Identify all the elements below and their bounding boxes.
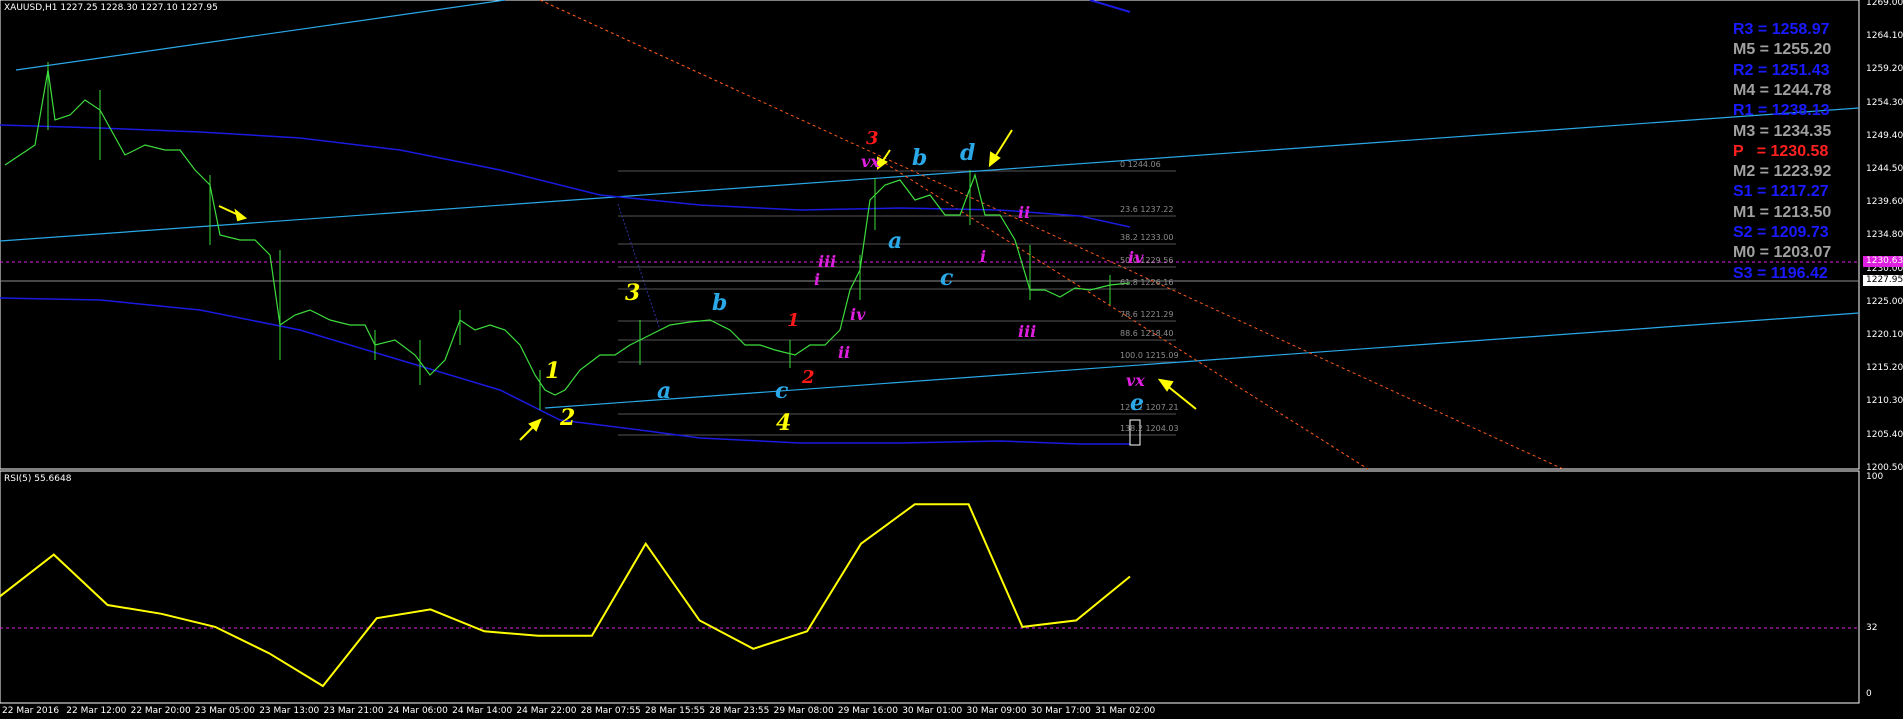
rsi-tick-label: 100: [1866, 472, 1884, 482]
wave-label: 4: [776, 410, 792, 436]
price-tick-label: 1220.10: [1866, 330, 1903, 340]
price-tick-label: 1254.30: [1866, 97, 1903, 108]
wave-label: b: [712, 290, 728, 316]
fib-label: 138.2 1204.03: [1120, 424, 1179, 433]
wave-label: vx: [861, 152, 880, 171]
time-tick-label: 24 Mar 22:00: [516, 706, 577, 716]
time-tick-label: 28 Mar 07:55: [580, 706, 641, 716]
time-tick-label: 31 Mar 02:00: [1095, 706, 1156, 716]
price-tick-label: 1215.20: [1866, 363, 1903, 374]
time-tick-label: 23 Mar 21:00: [323, 706, 384, 716]
wave-label: a: [888, 228, 903, 254]
wave-label: 2: [560, 405, 576, 431]
time-tick-label: 30 Mar 17:00: [1030, 706, 1091, 716]
symbol-header: XAUUSD,H1 1227.25 1228.30 1227.10 1227.9…: [4, 3, 218, 13]
fib-label: 23.6 1237.22: [1120, 205, 1174, 214]
time-tick-label: 28 Mar 23:55: [709, 706, 770, 716]
time-tick-label: 24 Mar 06:00: [387, 706, 448, 716]
main-pane: [0, 0, 1860, 470]
wave-label: ii: [838, 343, 851, 362]
wave-label: i: [980, 247, 987, 266]
pivot-level: P = 1230.58: [1733, 142, 1829, 160]
time-tick-label: 24 Mar 14:00: [452, 706, 513, 716]
time-tick-label: 29 Mar 16:00: [837, 706, 898, 716]
price-tick-label: 1225.00: [1866, 296, 1903, 307]
fib-label: 61.8 1226.16: [1120, 278, 1174, 287]
wave-label: iii: [1018, 322, 1037, 341]
time-tick-label: 22 Mar 12:00: [66, 706, 127, 716]
wave-label: iv: [1128, 248, 1144, 267]
wave-label: iii: [818, 252, 837, 271]
price-tick-label: 1205.40: [1866, 429, 1903, 440]
time-tick-label: 30 Mar 01:00: [902, 706, 963, 716]
price-tick-label: 1269.00: [1866, 0, 1903, 8]
price-tick-label: 1259.20: [1866, 64, 1903, 75]
price-tick-label: 1264.10: [1866, 31, 1903, 42]
wave-label: i: [814, 270, 821, 289]
rsi-tick-label: 0: [1866, 689, 1872, 699]
wave-label: vx: [1126, 371, 1145, 390]
current-price-tag: 1227.95: [1863, 275, 1903, 286]
pivot-price-tag: 1230.63: [1863, 256, 1903, 267]
wave-label: 3: [866, 128, 879, 149]
price-tick-label: 1234.80: [1866, 230, 1903, 241]
price-tick-label: 1244.50: [1866, 164, 1903, 174]
wave-label: 2: [802, 367, 815, 388]
wave-label: a: [657, 378, 672, 404]
price-tick-label: 1210.30: [1866, 396, 1903, 407]
rsi-tick-label: 32: [1866, 623, 1878, 633]
price-tick-label: 1239.60: [1866, 197, 1903, 208]
fib-label: 127.2 1207.21: [1120, 403, 1179, 412]
wave-label: c: [940, 265, 954, 291]
rsi-pane: [0, 470, 1860, 704]
time-tick-label: 23 Mar 05:00: [194, 706, 255, 716]
time-tick-label: 29 Mar 08:00: [773, 706, 834, 716]
wave-label: 3: [625, 280, 641, 306]
fib-label: 78.6 1221.29: [1120, 310, 1174, 319]
wave-label: ii: [1018, 203, 1031, 222]
wave-label: 1: [545, 358, 561, 384]
wave-label: e: [1130, 390, 1144, 416]
wave-label: iv: [850, 305, 866, 324]
time-tick-label: 28 Mar 15:55: [645, 706, 706, 716]
price-chart[interactable]: [0, 0, 1903, 719]
wave-label: b: [912, 145, 928, 171]
time-tick-label: 22 Mar 2016: [2, 706, 60, 716]
wave-label: 1: [787, 310, 800, 331]
pivot-level: M5 = 1255.20: [1733, 41, 1832, 59]
time-tick-label: 22 Mar 20:00: [130, 706, 191, 716]
fib-label: 88.6 1218.40: [1120, 329, 1174, 338]
price-tick-label: 1249.40: [1866, 130, 1903, 141]
time-tick-label: 30 Mar 09:00: [966, 706, 1027, 716]
wave-label: c: [775, 378, 789, 404]
fib-label: 38.2 1233.00: [1120, 233, 1174, 242]
time-tick-label: 23 Mar 13:00: [259, 706, 320, 716]
fib-label: 0 1244.06: [1120, 160, 1161, 169]
rsi-header: RSI(5) 55.6648: [4, 474, 72, 484]
fib-label: 100.0 1215.09: [1120, 351, 1179, 360]
wave-label: d: [960, 140, 976, 166]
